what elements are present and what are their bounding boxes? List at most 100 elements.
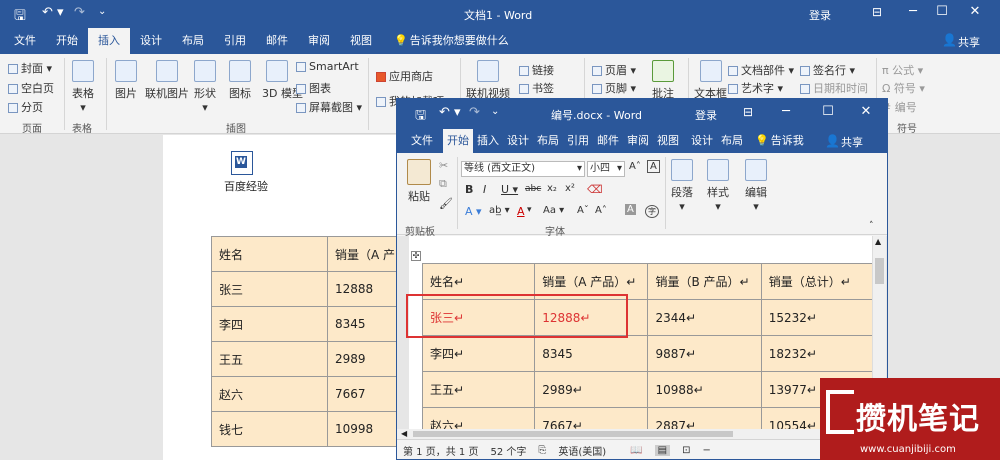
table-cell[interactable]: 张三 xyxy=(211,271,328,307)
print-layout-icon[interactable]: ▤ xyxy=(654,444,671,456)
table-cell[interactable]: 钱七 xyxy=(211,411,328,447)
subscript-icon[interactable]: x₂ xyxy=(547,183,557,194)
strikethrough-icon[interactable]: abc xyxy=(525,184,541,194)
grow-font-icon[interactable]: A˄ xyxy=(629,161,641,172)
table-cell[interactable]: 销量（总计）↵ xyxy=(760,263,875,300)
blank-page-button[interactable]: 空白页 xyxy=(8,80,54,96)
web-layout-icon[interactable]: ⊡ xyxy=(682,445,690,456)
tab-table-layout[interactable]: 布局 xyxy=(717,129,747,153)
online-video-button[interactable]: 联机视频 xyxy=(466,60,510,101)
superscript-icon[interactable]: x² xyxy=(565,183,575,194)
3d-models-button[interactable]: 3D 模型 xyxy=(262,60,303,101)
phonetic-icon[interactable]: 字 xyxy=(645,205,659,218)
char-border-icon[interactable]: A xyxy=(647,160,660,173)
tab-home[interactable]: 开始 xyxy=(46,28,88,54)
grow-font-small-icon[interactable]: A˄ xyxy=(595,205,607,216)
tab-insert[interactable]: 插入 xyxy=(473,129,503,153)
tab-layout[interactable]: 布局 xyxy=(172,28,214,54)
table-button[interactable]: 表格 ▾ xyxy=(72,60,94,114)
maximize-button[interactable]: ☐ xyxy=(813,104,843,119)
collapse-ribbon-icon[interactable]: ˄ xyxy=(869,221,874,231)
tab-layout[interactable]: 布局 xyxy=(533,129,563,153)
header-button[interactable]: 页眉 ▾ xyxy=(592,62,636,78)
signature-line-button[interactable]: 签名行 ▾ xyxy=(800,62,855,78)
minimize-button[interactable]: ─ xyxy=(898,4,928,19)
hscroll-thumb[interactable] xyxy=(413,431,733,437)
table-cell[interactable]: 15232↵ xyxy=(760,299,875,336)
char-shading-icon[interactable]: A xyxy=(625,204,636,215)
table-cell[interactable]: 李四↵ xyxy=(421,335,536,372)
editing-button[interactable]: 编辑 ▾ xyxy=(745,159,767,213)
tab-file[interactable]: 文件 xyxy=(407,129,443,153)
screenshot-button[interactable]: 屏幕截图 ▾ xyxy=(296,99,362,115)
tab-view[interactable]: 视图 xyxy=(340,28,382,54)
table-cell[interactable]: 销量（B 产品）↵ xyxy=(647,263,762,300)
window2-table[interactable]: 姓名↵ 销量（A 产品）↵ 销量（B 产品）↵ 销量（总计）↵ 张三↵ 1288… xyxy=(421,263,875,429)
textbox-button[interactable]: 文本框 xyxy=(694,60,727,101)
scroll-thumb[interactable] xyxy=(875,258,884,284)
font-color-icon[interactable]: A xyxy=(517,205,525,218)
table-cell[interactable]: 王五↵ xyxy=(421,371,536,408)
quick-access-dropdown-icon[interactable]: ⌄ xyxy=(491,106,499,117)
window2-login-link[interactable]: 登录 xyxy=(695,107,717,123)
format-painter-icon[interactable]: 🖌 xyxy=(439,197,453,210)
table-cell[interactable]: 7667↵ xyxy=(534,407,649,429)
clear-format-icon[interactable]: ⌫ xyxy=(587,183,603,196)
tab-design[interactable]: 设计 xyxy=(503,129,533,153)
table-cell[interactable]: 2887↵ xyxy=(647,407,762,429)
tab-review[interactable]: 审阅 xyxy=(623,129,653,153)
close-button[interactable]: ✕ xyxy=(960,4,990,19)
tell-me-search[interactable]: 告诉我 xyxy=(771,129,808,153)
tab-mailings[interactable]: 邮件 xyxy=(593,129,623,153)
table-cell[interactable]: 10988↵ xyxy=(647,371,762,408)
smartart-button[interactable]: SmartArt xyxy=(296,60,359,73)
store-button[interactable]: 应用商店 xyxy=(376,68,433,84)
pictures-button[interactable]: 图片 xyxy=(115,60,137,101)
table-cell[interactable]: 2344↵ xyxy=(647,299,762,336)
online-pictures-button[interactable]: 联机图片 xyxy=(145,60,189,101)
table-cell[interactable]: 赵六 xyxy=(211,376,328,412)
ribbon-display-icon[interactable]: ⊟ xyxy=(872,5,882,19)
table-cell[interactable]: 赵六↵ xyxy=(421,407,536,429)
table-cell[interactable]: 王五 xyxy=(211,341,328,377)
italic-icon[interactable]: I xyxy=(483,183,486,196)
table-cell[interactable]: 9887↵ xyxy=(647,335,762,372)
shapes-button[interactable]: 形状 ▾ xyxy=(194,60,216,114)
icons-button[interactable]: 图标 xyxy=(229,60,251,101)
undo-icon[interactable]: ↶ ▾ xyxy=(439,105,461,120)
comment-button[interactable]: 批注 xyxy=(652,60,674,101)
read-mode-icon[interactable]: 📖 xyxy=(630,445,642,456)
scroll-up-icon[interactable]: ▲ xyxy=(875,237,881,246)
close-button[interactable]: ✕ xyxy=(851,104,881,119)
table-cell[interactable]: 18232↵ xyxy=(760,335,875,372)
chart-button[interactable]: 图表 xyxy=(296,80,331,96)
save-icon[interactable]: 🖫 xyxy=(415,106,426,128)
wordart-button[interactable]: 艺术字 ▾ xyxy=(728,80,783,96)
ribbon-display-icon[interactable]: ⊟ xyxy=(743,105,753,119)
tab-review[interactable]: 审阅 xyxy=(298,28,340,54)
symbol-button[interactable]: Ω 符号 ▾ xyxy=(882,80,925,96)
underline-icon[interactable]: U ▾ xyxy=(501,183,518,196)
shrink-font-icon[interactable]: Aˇ xyxy=(577,205,589,216)
proofing-icon[interactable]: ⎘ xyxy=(538,445,546,456)
table-cell[interactable]: 李四 xyxy=(211,306,328,342)
tab-insert[interactable]: 插入 xyxy=(88,28,130,54)
tab-home[interactable]: 开始 xyxy=(443,129,473,153)
tab-mailings[interactable]: 邮件 xyxy=(256,28,298,54)
undo-icon[interactable]: ↶ ▾ xyxy=(42,5,64,20)
paste-button[interactable]: 粘贴 xyxy=(407,159,431,204)
maximize-button[interactable]: ☐ xyxy=(927,4,957,19)
copy-icon[interactable]: ⧉ xyxy=(439,177,447,191)
minimize-button[interactable]: ─ xyxy=(771,104,801,119)
aa-icon[interactable]: Aa ▾ xyxy=(543,205,564,216)
page-count-status[interactable]: 第 1 页，共 1 页 xyxy=(403,443,478,458)
tab-table-design[interactable]: 设计 xyxy=(683,129,717,153)
datetime-button[interactable]: 日期和时间 xyxy=(800,80,868,96)
share-button[interactable]: 共享 xyxy=(958,34,980,50)
word-file-icon[interactable]: W xyxy=(231,151,253,175)
highlight-icon[interactable]: ab̲ ▾ xyxy=(489,205,510,216)
cover-page-button[interactable]: 封面 ▾ xyxy=(8,60,52,76)
tab-file[interactable]: 文件 xyxy=(4,28,46,54)
share-button[interactable]: 共享 xyxy=(841,134,863,150)
table-cell[interactable]: 8345 xyxy=(534,335,649,372)
